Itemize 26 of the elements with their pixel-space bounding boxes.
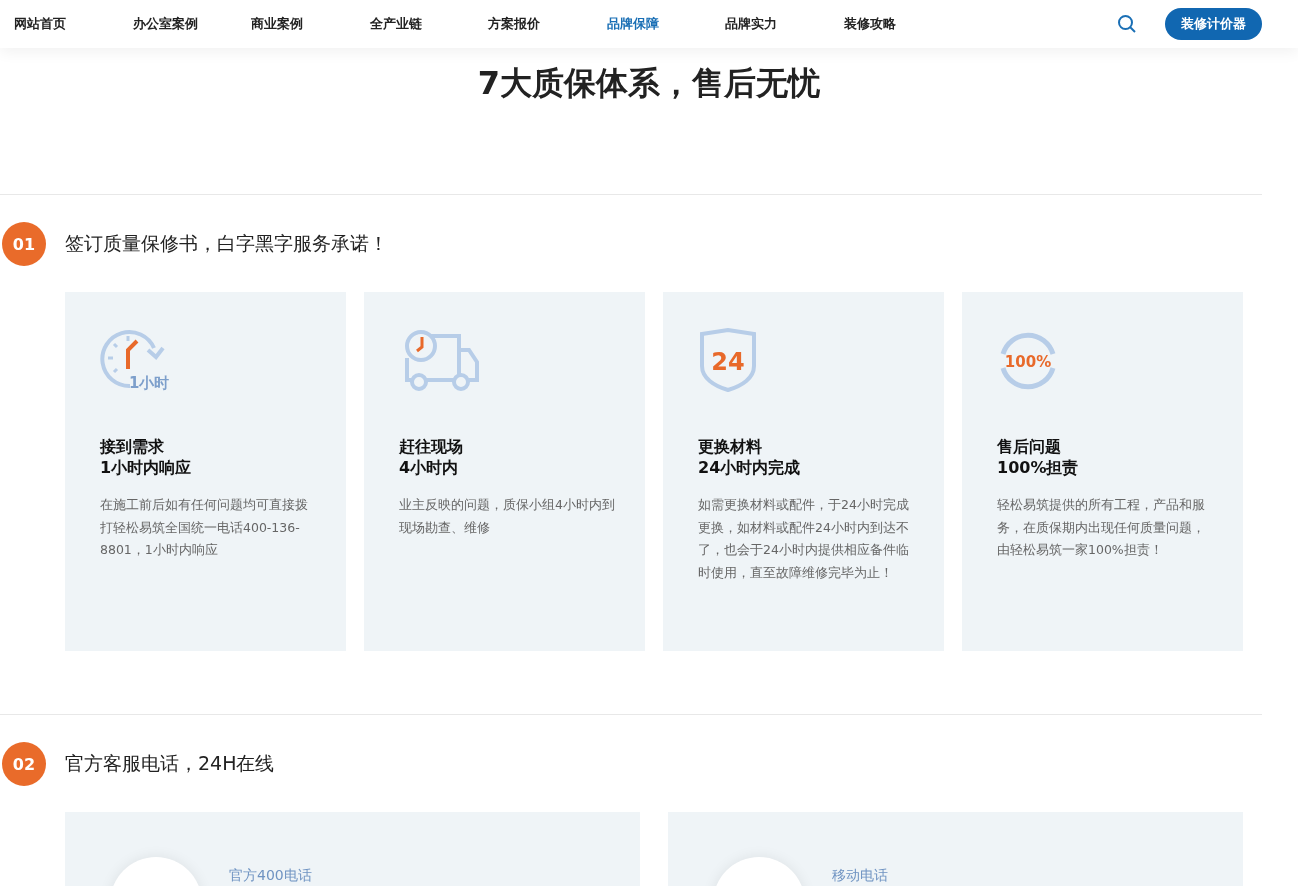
card-title: 售后问题 100%担责 <box>997 436 1080 478</box>
nav-link[interactable]: 全产业链 <box>369 15 488 33</box>
nav-link[interactable]: 品牌保障 <box>606 15 725 33</box>
nav-link[interactable]: 网站首页 <box>14 15 133 33</box>
card-description: 业主反映的问题，质保小组4小时内到现场勘查、维修 <box>399 496 615 537</box>
calculator-button[interactable]: 装修计价器 <box>1165 8 1262 40</box>
card-title: 赶往现场 4小时内 <box>399 436 464 478</box>
card-description: 轻松易筑提供的所有工程，产品和服务，在质保期内出现任何质量问题，由轻松易筑一家100%担责！ <box>997 496 1206 559</box>
nav-link[interactable]: 办公室案例 <box>132 15 251 33</box>
section-heading: 官方客服电话，24H在线 <box>65 751 275 776</box>
phone-label: 移动电话 <box>832 867 888 885</box>
search-icon[interactable] <box>1117 14 1137 34</box>
page-title: 7大质保体系，售后无忧 <box>476 63 822 104</box>
shield-icon: 24 <box>698 328 758 392</box>
card-description: 如需更换材料或配件，于24小时完成更换，如材料或配件24小时内到达不了，也会于24小时内提供相应备件临时使用，直至故障维修完毕为止！ <box>698 496 910 582</box>
nav-link[interactable]: 品牌实力 <box>725 15 844 33</box>
card-title: 接到需求 1小时内响应 <box>100 436 193 478</box>
nav-link[interactable]: 装修攻略 <box>843 15 962 33</box>
nav-link[interactable]: 商业案例 <box>251 15 370 33</box>
section-number: 01 <box>2 222 46 266</box>
phone-label: 官方400电话 <box>229 867 312 885</box>
nav-link[interactable]: 方案报价 <box>488 15 607 33</box>
card-description: 在施工前后如有任何问题均可直接拨打轻松易筑全国统一电话400-136-8801，1小时内响应 <box>100 496 309 559</box>
section-heading: 签订质量保修书，白字黑字服务承诺！ <box>65 231 388 256</box>
section-number: 02 <box>2 742 46 786</box>
card-title: 更换材料 24小时内完成 <box>698 436 802 478</box>
